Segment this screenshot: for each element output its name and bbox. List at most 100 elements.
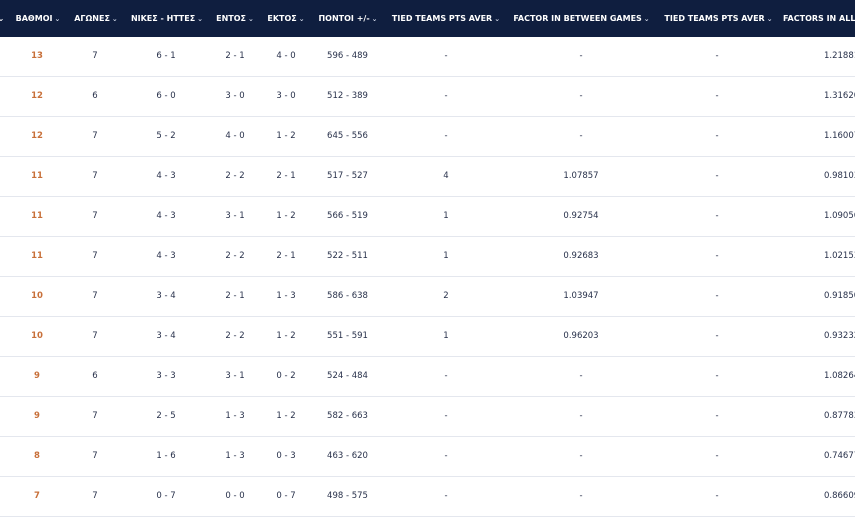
table-row[interactable]: 11 7 4 - 3 2 - 2 2 - 1 517 - 527 4 1.07857 - 0.98…	[0, 157, 855, 197]
away-record-cell: 3 - 0	[276, 91, 296, 101]
points-cell: 11	[31, 211, 43, 221]
points-cell: 9	[34, 371, 40, 381]
games-cell: 7	[92, 251, 98, 261]
tied-teams-pts-cell-2: -	[715, 331, 719, 341]
tied-teams-pts-cell: -	[444, 91, 448, 101]
games-cell: 6	[92, 91, 98, 101]
points-cell: 9	[34, 411, 40, 421]
games-cell: 7	[92, 291, 98, 301]
table-row[interactable]: 8 7 1 - 6 1 - 3 0 - 3 463 - 620 - - - 0.74677	[0, 437, 855, 477]
wins-losses-cell: 2 - 5	[156, 411, 176, 421]
tied-teams-pts-cell-2: -	[715, 411, 719, 421]
factor-between-games-cell: 0.92754	[563, 211, 599, 221]
home-record-cell: 2 - 2	[225, 171, 245, 181]
table-row[interactable]: 9 7 2 - 5 1 - 3 1 - 2 582 - 663 - - - 0.87783	[0, 397, 855, 437]
factor-between-games-cell: 0.92683	[563, 251, 599, 261]
tied-teams-pts-cell-2: -	[715, 451, 719, 461]
table-row[interactable]: 11 7 4 - 3 2 - 2 2 - 1 522 - 511 1 0.92683 - 1.02…	[0, 237, 855, 277]
away-record-cell: 1 - 2	[276, 211, 296, 221]
table-row[interactable]: 12 7 5 - 2 4 - 0 1 - 2 645 - 556 - - - 1.16007	[0, 117, 855, 157]
points-cell: 13	[31, 51, 43, 61]
column-header-factors-in-all[interactable]: FACTORS IN ALL	[783, 0, 855, 37]
tied-teams-pts-cell: -	[444, 131, 448, 141]
table-row[interactable]: 10 7 3 - 4 2 - 2 1 - 2 551 - 591 1 0.96203 - 0.93…	[0, 317, 855, 357]
home-record-cell: 1 - 3	[225, 411, 245, 421]
wins-losses-cell: 5 - 2	[156, 131, 176, 141]
games-cell: 7	[92, 211, 98, 221]
column-header-games[interactable]: ΑΓΩΝΕΣ ⌄	[70, 0, 122, 37]
chevron-down-icon: ⌄	[197, 15, 204, 23]
factor-between-games-cell: -	[579, 411, 583, 421]
chevron-down-icon: ⌄	[248, 15, 254, 23]
sort-chevron-icon[interactable]: ⌄	[0, 0, 6, 37]
points-cell: 10	[31, 291, 43, 301]
points-diff-cell: 517 - 527	[327, 171, 368, 181]
factor-between-games-cell: 0.96203	[563, 331, 599, 341]
tied-teams-pts-cell-2: -	[715, 491, 719, 501]
points-cell: 10	[31, 331, 43, 341]
table-row[interactable]: 7 7 0 - 7 0 - 0 0 - 7 498 - 575 - - - 0.86609	[0, 477, 855, 517]
tied-teams-pts-cell: 1	[443, 331, 449, 341]
away-record-cell: 1 - 2	[276, 331, 296, 341]
factors-in-all-cell: 1.08264	[824, 371, 855, 381]
points-diff-cell: 524 - 484	[327, 371, 368, 381]
points-cell: 8	[34, 451, 40, 461]
home-record-cell: 3 - 1	[225, 211, 245, 221]
wins-losses-cell: 4 - 3	[156, 171, 176, 181]
away-record-cell: 4 - 0	[276, 51, 296, 61]
column-header-points[interactable]: ΒΑΘΜΟΙ ⌄	[10, 0, 66, 37]
factors-in-all-cell: 0.74677	[824, 451, 855, 461]
tied-teams-pts-cell: 1	[443, 211, 449, 221]
factors-in-all-cell: 1.16007	[824, 131, 855, 141]
chevron-down-icon: ⌄	[54, 15, 61, 23]
tied-teams-pts-cell: -	[444, 51, 448, 61]
points-diff-cell: 645 - 556	[327, 131, 368, 141]
tied-teams-pts-cell: -	[444, 371, 448, 381]
factor-between-games-cell: -	[579, 51, 583, 61]
wins-losses-cell: 6 - 1	[156, 51, 176, 61]
factors-in-all-cell: 0.86609	[824, 491, 855, 501]
tied-teams-pts-cell: -	[444, 491, 448, 501]
column-header-factor-between-games[interactable]: FACTOR IN BETWEEN GAMES ⌄	[510, 0, 653, 37]
tied-teams-pts-cell: 2	[443, 291, 449, 301]
away-record-cell: 0 - 7	[276, 491, 296, 501]
column-header-points-diff[interactable]: ΠΟΝΤΟΙ +/- ⌄	[314, 0, 382, 37]
table-row[interactable]: 11 7 4 - 3 3 - 1 1 - 2 566 - 519 1 0.92754 - 1.09…	[0, 197, 855, 237]
wins-losses-cell: 4 - 3	[156, 211, 176, 221]
table-row[interactable]: 13 7 6 - 1 2 - 1 4 - 0 596 - 489 - - - 1.21881	[0, 37, 855, 77]
table-row[interactable]: 9 6 3 - 3 3 - 1 0 - 2 524 - 484 - - - 1.08264	[0, 357, 855, 397]
factors-in-all-cell: 0.87783	[824, 411, 855, 421]
chevron-down-icon: ⌄	[643, 15, 650, 23]
away-record-cell: 1 - 2	[276, 411, 296, 421]
away-record-cell: 1 - 2	[276, 131, 296, 141]
column-header-away[interactable]: ΕΚΤΟΣ ⌄	[264, 0, 308, 37]
tied-teams-pts-cell-2: -	[715, 91, 719, 101]
factors-in-all-cell: 0.91850	[824, 291, 855, 301]
factor-between-games-cell: -	[579, 491, 583, 501]
chevron-down-icon: ⌄	[766, 15, 773, 23]
table-row[interactable]: 12 6 6 - 0 3 - 0 3 - 0 512 - 389 - - - 1.31620	[0, 77, 855, 117]
chevron-down-icon: ⌄	[494, 15, 501, 23]
column-header-wins-losses[interactable]: ΝΙΚΕΣ - ΗΤΤΕΣ ⌄	[128, 0, 206, 37]
table-body: 1376 - 12 - 14 - 0596 - 489---1.21881126…	[0, 37, 855, 517]
points-diff-cell: 522 - 511	[327, 251, 368, 261]
away-record-cell: 2 - 1	[276, 251, 296, 261]
away-record-cell: 0 - 3	[276, 451, 296, 461]
column-header-tied-teams-pts-aver-2[interactable]: TIED TEAMS PTS AVER ⌄	[660, 0, 777, 37]
factor-between-games-cell: -	[579, 131, 583, 141]
away-record-cell: 1 - 3	[276, 291, 296, 301]
factors-in-all-cell: 1.31620	[824, 91, 855, 101]
wins-losses-cell: 3 - 4	[156, 291, 176, 301]
tied-teams-pts-cell: -	[444, 451, 448, 461]
points-diff-cell: 463 - 620	[327, 451, 368, 461]
points-diff-cell: 566 - 519	[327, 211, 368, 221]
home-record-cell: 2 - 1	[225, 291, 245, 301]
table-row[interactable]: 10 7 3 - 4 2 - 1 1 - 3 586 - 638 2 1.03947 - 0.91…	[0, 277, 855, 317]
column-header-tied-teams-pts-aver[interactable]: TIED TEAMS PTS AVER ⌄	[389, 0, 503, 37]
games-cell: 6	[92, 371, 98, 381]
column-header-home[interactable]: ΕΝΤΟΣ ⌄	[213, 0, 257, 37]
away-record-cell: 2 - 1	[276, 171, 296, 181]
factor-between-games-cell: -	[579, 91, 583, 101]
factor-between-games-cell: 1.03947	[563, 291, 599, 301]
tied-teams-pts-cell-2: -	[715, 211, 719, 221]
